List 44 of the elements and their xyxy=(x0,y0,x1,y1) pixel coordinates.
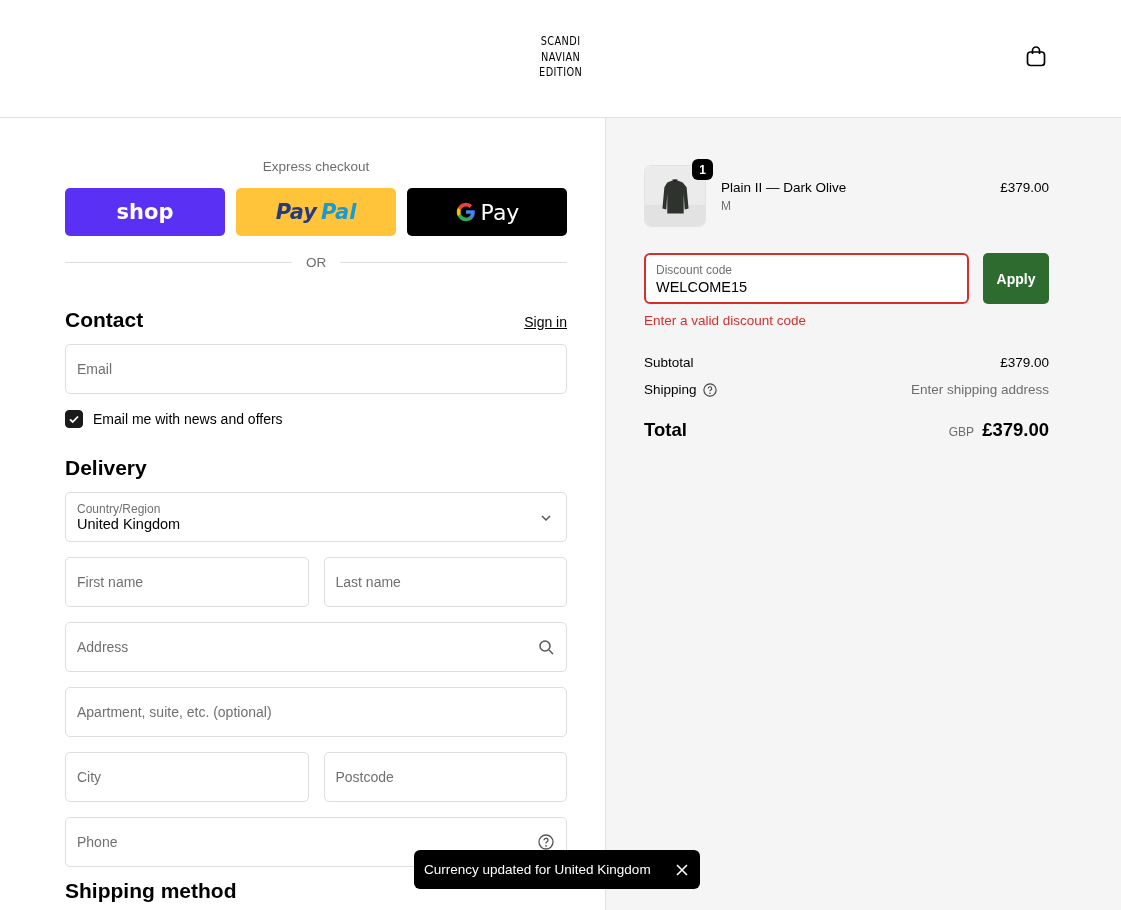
section-heading: Shipping method xyxy=(65,879,237,904)
google-icon xyxy=(454,201,477,223)
chevron-down-icon xyxy=(541,513,551,523)
field-label: Country/Region xyxy=(77,502,162,516)
summary-value: £379.00 xyxy=(1000,355,1049,370)
quantity-badge: 1 xyxy=(692,159,713,180)
currency-code: GBP xyxy=(948,425,975,439)
section-heading: Contact xyxy=(65,308,144,332)
checkmark-icon xyxy=(68,413,80,425)
search-icon xyxy=(538,639,554,655)
total-label: Total xyxy=(644,419,687,441)
input-field[interactable]: Postcode xyxy=(323,752,567,802)
input-field[interactable]: First name xyxy=(65,557,309,607)
help-icon[interactable] xyxy=(702,382,717,397)
input-field[interactable]: Apartment, suite, etc. (optional) xyxy=(65,687,567,737)
help-icon xyxy=(538,834,554,850)
summary-value: Enter shipping address xyxy=(910,382,1049,397)
shop-pay-button[interactable]: shop xyxy=(65,188,225,236)
field-value: United Kingdom xyxy=(77,516,181,532)
address-field[interactable]: Address xyxy=(65,622,567,672)
email-field[interactable]: Email xyxy=(65,344,567,394)
sign-in-link[interactable]: Sign in xyxy=(524,314,567,330)
paypal-button[interactable]: Pay Pal xyxy=(236,188,396,236)
checkbox-label: Email me with news and offers xyxy=(93,411,283,427)
section-heading: Delivery xyxy=(65,456,147,480)
total-amount: £379.00 xyxy=(982,419,1049,441)
summary-label: Subtotal xyxy=(644,355,694,370)
product-variant: M xyxy=(721,199,732,213)
field-label: Discount code xyxy=(656,263,733,277)
input-field[interactable]: Last name xyxy=(323,557,567,607)
apply-button[interactable]: Apply xyxy=(983,253,1049,304)
close-icon[interactable] xyxy=(676,863,688,876)
google-pay-button[interactable]: Pay xyxy=(407,188,567,236)
error-message: Enter a valid discount code xyxy=(644,313,808,328)
section-title: Express checkout xyxy=(261,159,371,174)
input-field[interactable]: City xyxy=(65,752,309,802)
summary-label: Shipping xyxy=(644,382,697,397)
store-logo[interactable]: SCANDI NAVIAN EDITION xyxy=(538,33,583,80)
product-name: Plain II — Dark Olive xyxy=(721,180,848,195)
divider-label: OR xyxy=(305,255,327,270)
checkbox[interactable] xyxy=(65,410,83,428)
product-price: £379.00 xyxy=(1000,179,1049,195)
shopping-bag-icon[interactable] xyxy=(1026,45,1046,67)
country-select[interactable]: Country/Region United Kingdom xyxy=(65,492,567,542)
